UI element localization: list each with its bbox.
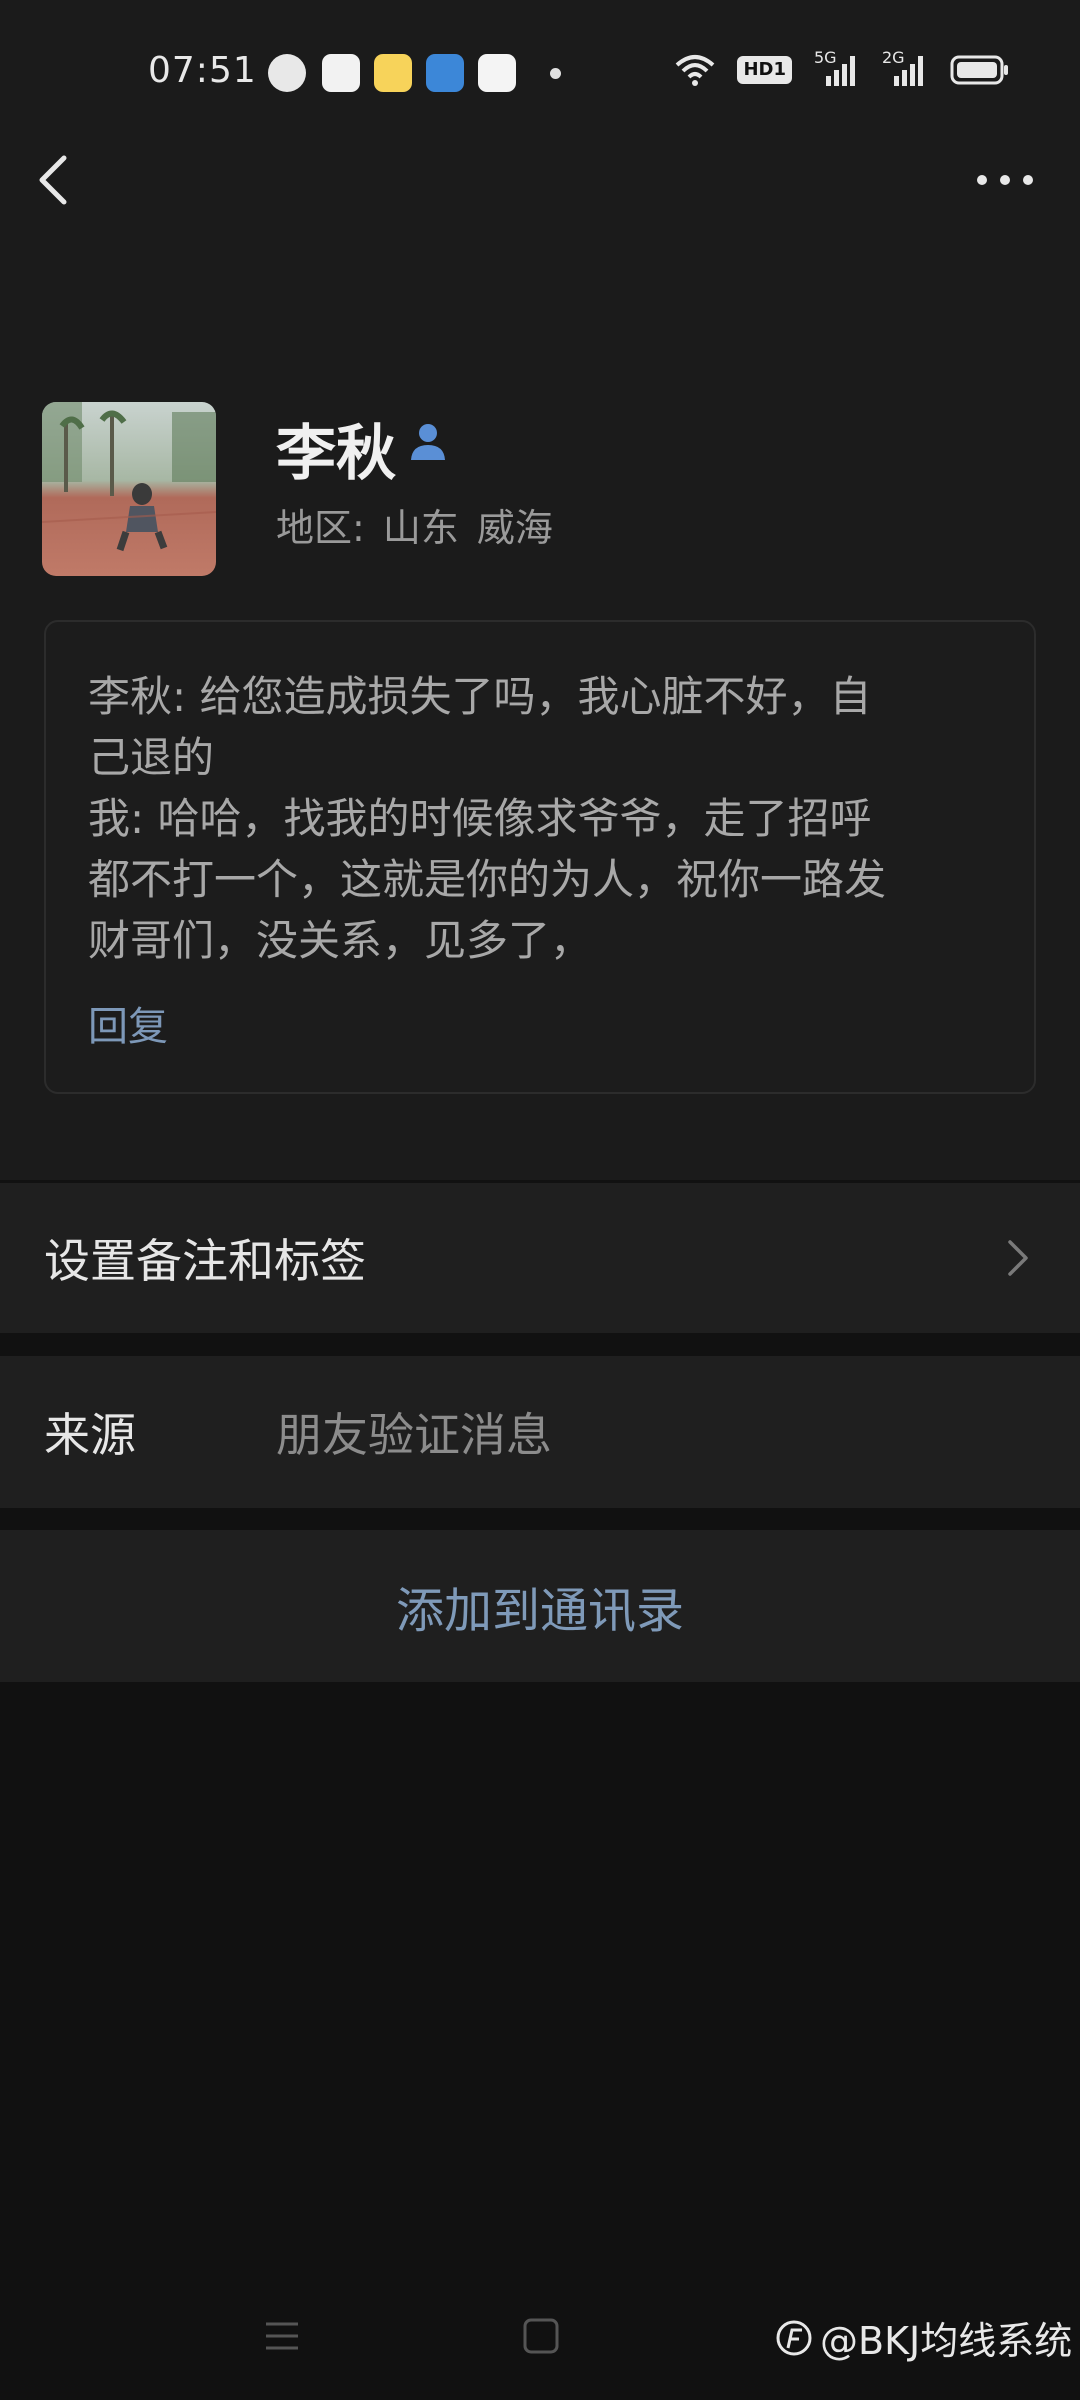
source-value: 朋友验证消息 (276, 1408, 552, 1462)
message-line: 财哥们，没关系，见多了， (88, 916, 593, 965)
contact-name: 李秋 (276, 419, 396, 489)
watermark-logo-icon (776, 2320, 812, 2355)
app58-notification-icon (374, 54, 412, 92)
wifi-icon (676, 55, 715, 86)
set-notes-label: 设置备注和标签 (44, 1234, 366, 1288)
more-options-button[interactable] (970, 160, 1040, 200)
add-to-contacts-label: 添加到通讯录 (395, 1583, 684, 1639)
message-line: 李秋: 给您造成损失了吗，我心脏不好，自 (88, 672, 872, 721)
browser-notification-icon (478, 54, 516, 92)
message-text: 李秋: 给您造成损失了吗，我心脏不好，自 己退的 我: 哈哈，找我的时候像求爷爷… (88, 666, 988, 971)
battery-icon (950, 55, 1008, 85)
region-province: 山东 (382, 506, 459, 550)
signal-2g-icon: 2G (882, 48, 928, 88)
qq-notification-icon (268, 54, 306, 92)
region-city: 威海 (476, 506, 553, 550)
more-notifications-dot-icon (550, 68, 561, 79)
source-row: 来源 朋友验证消息 (0, 1356, 1080, 1508)
home-nav-icon[interactable] (522, 2316, 560, 2356)
message-line: 我: 哈哈，找我的时候像求爷爷，走了招呼 (88, 794, 872, 843)
mail-notification-icon (322, 54, 360, 92)
map-notification-icon (426, 54, 464, 92)
status-bar: 07:51 HD1 5G 2G (0, 40, 1080, 104)
watermark-text: @BKJ均线系统 (820, 2319, 1073, 2363)
add-to-contacts-button[interactable]: 添加到通讯录 (0, 1530, 1080, 1682)
region-info: 地区: 山东 威海 (276, 497, 571, 552)
status-time: 07:51 (148, 50, 257, 91)
message-line: 己退的 (88, 733, 215, 782)
verification-message-card: 李秋: 给您造成损失了吗，我心脏不好，自 己退的 我: 哈哈，找我的时候像求爷爷… (44, 620, 1036, 1094)
person-icon (411, 424, 445, 460)
source-label: 来源 (44, 1408, 136, 1462)
menu-nav-icon[interactable] (262, 2316, 302, 2356)
avatar[interactable] (42, 402, 216, 576)
reply-link[interactable]: 回复 (88, 994, 168, 1052)
chevron-right-icon (1008, 1240, 1028, 1276)
back-button[interactable] (30, 150, 80, 210)
set-notes-and-tags-row[interactable]: 设置备注和标签 (0, 1183, 1080, 1333)
message-line: 都不打一个，这就是你的为人，祝你一路发 (88, 855, 887, 904)
signal-5g-icon: 5G (814, 48, 860, 88)
region-label: 地区: (276, 506, 365, 550)
watermark: @BKJ均线系统 (774, 2310, 1072, 2365)
hd-icon: HD1 (737, 56, 792, 84)
